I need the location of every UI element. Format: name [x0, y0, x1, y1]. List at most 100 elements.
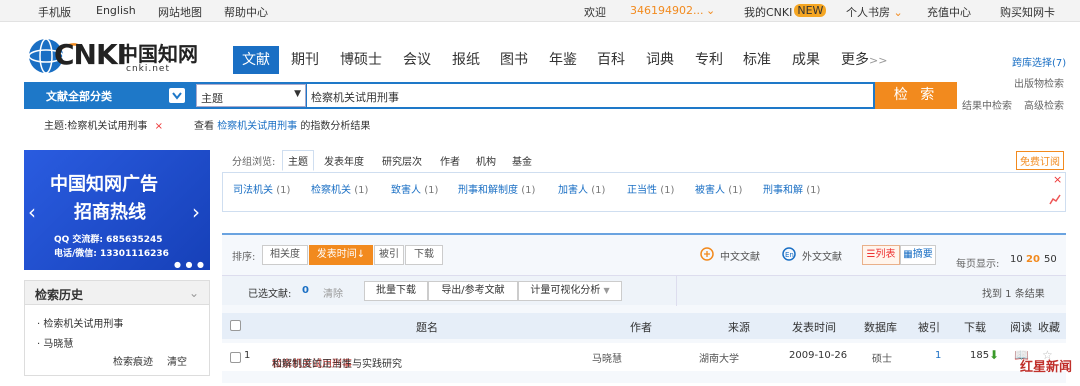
nav-item-boshuoshi[interactable]: 博硕士 [340, 46, 382, 74]
group-item[interactable]: 司法机关 (1) [233, 181, 290, 196]
category-label[interactable]: 文献全部分类 [46, 88, 112, 104]
col-cited[interactable]: 被引 [918, 319, 940, 335]
buy-card-link[interactable]: 购买知网卡 [1000, 4, 1055, 20]
cross-db-link[interactable]: 跨库选择(7) [1012, 54, 1066, 69]
sort-bar: 排序: 相关度 发表时间↓ 被引 下载 中文文献 En 外文文献 ☰列表 ▦摘要… [222, 237, 1066, 271]
chart-icon[interactable] [1049, 193, 1061, 205]
group-item[interactable]: 刑事和解 (1) [763, 181, 820, 196]
search-button[interactable]: 检 索 [875, 82, 957, 109]
search-input[interactable]: 检察机关试用刑事 [307, 84, 873, 107]
tab-year[interactable]: 发表年度 [324, 153, 364, 168]
group-item[interactable]: 致害人 (1) [391, 181, 438, 196]
col-source[interactable]: 来源 [728, 319, 750, 335]
tab-fund[interactable]: 基金 [512, 153, 532, 168]
sort-download[interactable]: 下载 [405, 245, 443, 265]
nav-item-zhuanli[interactable]: 专利 [695, 46, 723, 74]
list-view-button[interactable]: ☰列表 [862, 245, 900, 265]
recharge-link[interactable]: 充值中心 [927, 4, 971, 20]
result-count: 找到 1 条结果 [982, 289, 1045, 300]
row-downloads[interactable]: 185 [970, 350, 989, 361]
advanced-search-link[interactable]: 高级检索 [1024, 97, 1064, 112]
perpage-50[interactable]: 50 [1044, 254, 1057, 265]
english-link[interactable]: English [96, 4, 136, 17]
chevron-left-icon[interactable]: ‹ [28, 200, 36, 224]
nav-item-huiyi[interactable]: 会议 [403, 46, 431, 74]
history-item-label: 检索机关试用刑事 [43, 319, 124, 330]
col-date[interactable]: 发表时间 [792, 319, 836, 335]
bookroom-link[interactable]: 个人书房 ⌄ [846, 4, 903, 20]
chevron-right-icon[interactable]: › [192, 200, 200, 224]
col-title[interactable]: 题名 [416, 319, 438, 335]
nav-item-more[interactable]: 更多>> [841, 46, 887, 74]
history-item[interactable]: · 检索机关试用刑事 [37, 315, 123, 330]
ad-banner[interactable]: 中国知网广告 招商热线 ‹ › QQ 交流群: 685635245 电话/微信:… [24, 150, 210, 270]
batch-download-button[interactable]: 批量下载 [364, 281, 428, 301]
nav-item-cidian[interactable]: 词典 [646, 46, 674, 74]
clear-selection-link[interactable]: 清除 [323, 285, 343, 300]
row-author[interactable]: 马晓慧 [592, 350, 622, 365]
group-label: 分组浏览: [232, 157, 276, 168]
field-select[interactable]: 主题 ▼ [196, 84, 306, 107]
group-item[interactable]: 加害人 (1) [558, 181, 605, 196]
close-icon[interactable]: × [155, 121, 163, 132]
row-checkbox[interactable] [230, 352, 241, 363]
cnki-logo[interactable]: CNKI 中国知网 cnki.net [26, 34, 206, 78]
download-icon[interactable]: ⬇ [989, 348, 999, 362]
sort-relevance[interactable]: 相关度 [262, 245, 308, 265]
view-suffix: 的指数分析结果 [300, 121, 371, 132]
sitemap-link[interactable]: 网站地图 [158, 4, 202, 20]
row-cited[interactable]: 1 [935, 350, 941, 361]
trace-link[interactable]: 检索痕迹 [113, 353, 153, 368]
col-downloads[interactable]: 下载 [964, 319, 986, 335]
chinese-docs-link[interactable]: 中文文献 [720, 248, 760, 263]
index-analysis-link[interactable]: 检察机关试用刑事 [217, 121, 297, 132]
mobile-link[interactable]: 手机版 [38, 4, 71, 20]
carousel-dots[interactable]: ● ● ● ● [174, 260, 210, 270]
nav-item-qikan[interactable]: 期刊 [291, 46, 319, 74]
category-toggle[interactable] [169, 88, 185, 103]
foreign-docs-link[interactable]: 外文文献 [802, 248, 842, 263]
close-icon[interactable]: × [1053, 173, 1062, 186]
tab-institution[interactable]: 机构 [476, 153, 496, 168]
sort-cited[interactable]: 被引 [374, 245, 404, 265]
analysis-dropdown[interactable]: 计量可视化分析 ▼ [518, 281, 622, 301]
chevron-down-icon: ⌄ [890, 6, 903, 19]
group-item[interactable]: 被害人 (1) [695, 181, 742, 196]
nav-item-biaozhun[interactable]: 标准 [743, 46, 771, 74]
mycnki-link[interactable]: 我的CNKI NEW [744, 4, 827, 20]
sort-date[interactable]: 发表时间↓ [309, 245, 373, 265]
select-all-checkbox[interactable] [230, 320, 241, 331]
col-database[interactable]: 数据库 [864, 319, 897, 335]
nav-item-tushu[interactable]: 图书 [500, 46, 528, 74]
perpage-20[interactable]: 20 [1026, 254, 1040, 265]
publication-search-link[interactable]: 出版物检索 [1014, 75, 1064, 90]
nav-item-chengguo[interactable]: 成果 [792, 46, 820, 74]
nav-item-baike[interactable]: 百科 [597, 46, 625, 74]
subscribe-button[interactable]: 免费订阅 [1016, 151, 1064, 170]
tab-author[interactable]: 作者 [440, 153, 460, 168]
group-item[interactable]: 检察机关 (1) [311, 181, 368, 196]
selection-bar: 已选文献: 0 清除 批量下载 导出/参考文献 计量可视化分析 ▼ 找到 1 条… [222, 275, 1066, 306]
clear-history-link[interactable]: 清空 [167, 353, 187, 368]
logo-cn-name: 中国知网 [118, 42, 198, 66]
nav-item-nianjian[interactable]: 年鉴 [549, 46, 577, 74]
nav-item-baozhi[interactable]: 报纸 [452, 46, 480, 74]
abstract-view-button[interactable]: ▦摘要 [900, 245, 936, 265]
perpage-10[interactable]: 10 [1010, 254, 1023, 265]
user-name[interactable]: 346194902... [630, 4, 703, 17]
group-item[interactable]: 刑事和解制度 (1) [458, 181, 535, 196]
col-author[interactable]: 作者 [630, 319, 652, 335]
tab-topic[interactable]: 主题 [282, 150, 314, 171]
group-item[interactable]: 正当性 (1) [627, 181, 674, 196]
user-dropdown-icon[interactable]: ⌄ [706, 4, 715, 17]
caret-down-icon: ▼ [603, 286, 610, 295]
history-item[interactable]: · 马晓慧 [37, 335, 73, 350]
row-source[interactable]: 湖南大学 [699, 350, 739, 365]
search-within-link[interactable]: 结果中检索 [962, 97, 1012, 112]
collapse-icon[interactable]: ⌄ [189, 286, 199, 300]
nav-item-wenxian[interactable]: 文献 [233, 46, 279, 74]
export-button[interactable]: 导出/参考文献 [428, 281, 518, 301]
help-link[interactable]: 帮助中心 [224, 4, 268, 20]
tab-level[interactable]: 研究层次 [382, 153, 422, 168]
group-item-name: 致害人 [391, 185, 421, 196]
